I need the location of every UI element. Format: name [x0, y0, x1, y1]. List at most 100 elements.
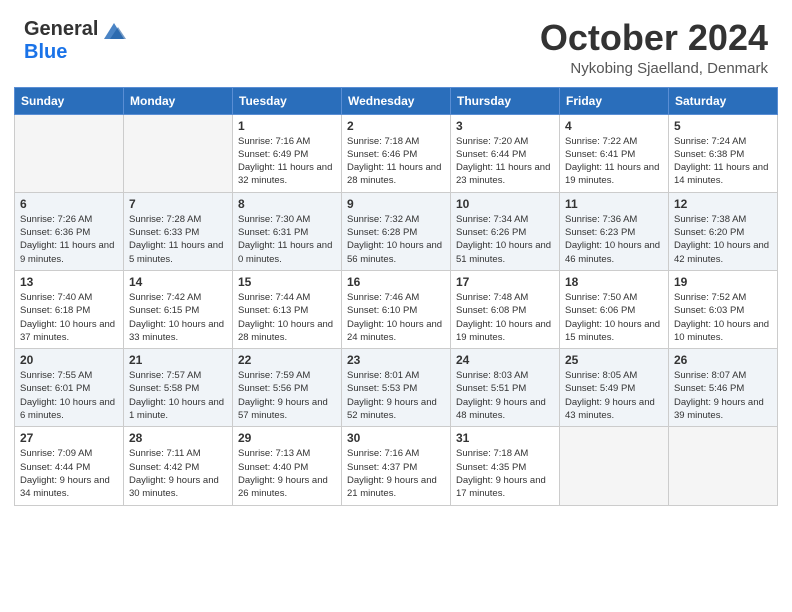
calendar-cell: 21Sunrise: 7:57 AMSunset: 5:58 PMDayligh…: [124, 349, 233, 427]
calendar-cell: 29 Sunrise: 7:13 AMSunset: 4:40 PMDayligh…: [233, 427, 342, 505]
day-number: 28: [129, 431, 227, 445]
day-info: Sunrise: 7:26 AMSunset: 6:36 PMDaylight:…: [20, 213, 118, 266]
calendar-cell: 4Sunrise: 7:22 AMSunset: 6:41 PMDaylight…: [560, 114, 669, 192]
page: General Blue October 2024 Nykobing Sjael…: [0, 0, 792, 520]
day-number: 7: [129, 197, 227, 211]
day-number: 9: [347, 197, 445, 211]
calendar-cell: 30Sunrise: 7:16 AMSunset: 4:37 PMDayligh…: [342, 427, 451, 505]
title-block: October 2024 Nykobing Sjaelland, Denmark: [540, 18, 768, 77]
day-info: Sunrise: 8:03 AMSunset: 5:51 PMDaylight:…: [456, 369, 554, 422]
calendar-header-tuesday: Tuesday: [233, 87, 342, 114]
day-number: 5: [674, 119, 772, 133]
calendar-cell: 2Sunrise: 7:18 AMSunset: 6:46 PMDaylight…: [342, 114, 451, 192]
calendar-wrapper: SundayMondayTuesdayWednesdayThursdayFrid…: [0, 87, 792, 520]
day-number: 13: [20, 275, 118, 289]
calendar-header-saturday: Saturday: [669, 87, 778, 114]
day-info: Sunrise: 7:38 AMSunset: 6:20 PMDaylight:…: [674, 213, 772, 266]
day-number: 1: [238, 119, 336, 133]
header: General Blue October 2024 Nykobing Sjael…: [0, 0, 792, 87]
calendar-cell: 31 Sunrise: 7:18 AMSunset: 4:35 PMDayligh…: [451, 427, 560, 505]
day-number: 22: [238, 353, 336, 367]
day-number: 11: [565, 197, 663, 211]
calendar-table: SundayMondayTuesdayWednesdayThursdayFrid…: [14, 87, 778, 506]
day-number: 8: [238, 197, 336, 211]
calendar-cell: [15, 114, 124, 192]
day-number: 19: [674, 275, 772, 289]
day-number: 18: [565, 275, 663, 289]
day-number: 24: [456, 353, 554, 367]
day-info: Sunrise: 8:05 AMSunset: 5:49 PMDaylight:…: [565, 369, 663, 422]
calendar-cell: 25 Sunrise: 8:05 AMSunset: 5:49 PMDayligh…: [560, 349, 669, 427]
day-number: 3: [456, 119, 554, 133]
day-info: Sunrise: 7:11 AMSunset: 4:42 PMDaylight:…: [129, 447, 227, 500]
logo: General Blue: [24, 18, 128, 64]
day-info: Sunrise: 7:34 AMSunset: 6:26 PMDaylight:…: [456, 213, 554, 266]
calendar-cell: 18 Sunrise: 7:50 AMSunset: 6:06 PMDayligh…: [560, 270, 669, 348]
day-number: 29: [238, 431, 336, 445]
day-info: Sunrise: 7:55 AMSunset: 6:01 PMDaylight:…: [20, 369, 118, 422]
day-number: 26: [674, 353, 772, 367]
calendar-cell: 28 Sunrise: 7:11 AMSunset: 4:42 PMDayligh…: [124, 427, 233, 505]
calendar-cell: 11 Sunrise: 7:36 AMSunset: 6:23 PMDayligh…: [560, 192, 669, 270]
calendar-cell: 7 Sunrise: 7:28 AMSunset: 6:33 PMDaylight…: [124, 192, 233, 270]
day-number: 31: [456, 431, 554, 445]
calendar-cell: 15 Sunrise: 7:44 AMSunset: 6:13 PMDayligh…: [233, 270, 342, 348]
day-number: 27: [20, 431, 118, 445]
logo-icon: [100, 19, 128, 41]
calendar-cell: 12 Sunrise: 7:38 AMSunset: 6:20 PMDayligh…: [669, 192, 778, 270]
day-info: Sunrise: 7:46 AMSunset: 6:10 PMDaylight:…: [347, 291, 445, 344]
day-number: 30: [347, 431, 445, 445]
day-info: Sunrise: 7:18 AMSunset: 6:46 PMDaylight:…: [347, 135, 445, 188]
day-info: Sunrise: 7:50 AMSunset: 6:06 PMDaylight:…: [565, 291, 663, 344]
calendar-cell: 14Sunrise: 7:42 AMSunset: 6:15 PMDayligh…: [124, 270, 233, 348]
day-info: Sunrise: 7:40 AMSunset: 6:18 PMDaylight:…: [20, 291, 118, 344]
calendar-cell: 26 Sunrise: 8:07 AMSunset: 5:46 PMDayligh…: [669, 349, 778, 427]
day-info: Sunrise: 8:01 AMSunset: 5:53 PMDaylight:…: [347, 369, 445, 422]
calendar-cell: 5 Sunrise: 7:24 AMSunset: 6:38 PMDaylight…: [669, 114, 778, 192]
calendar-week-row: 6Sunrise: 7:26 AMSunset: 6:36 PMDaylight…: [15, 192, 778, 270]
day-info: Sunrise: 7:28 AMSunset: 6:33 PMDaylight:…: [129, 213, 227, 266]
calendar-header-friday: Friday: [560, 87, 669, 114]
day-info: Sunrise: 7:24 AMSunset: 6:38 PMDaylight:…: [674, 135, 772, 188]
calendar-cell: 13 Sunrise: 7:40 AMSunset: 6:18 PMDayligh…: [15, 270, 124, 348]
day-info: Sunrise: 7:18 AMSunset: 4:35 PMDaylight:…: [456, 447, 554, 500]
logo-general-text: General: [24, 18, 98, 41]
day-number: 15: [238, 275, 336, 289]
day-info: Sunrise: 7:36 AMSunset: 6:23 PMDaylight:…: [565, 213, 663, 266]
day-info: Sunrise: 7:16 AMSunset: 6:49 PMDaylight:…: [238, 135, 336, 188]
calendar-header-thursday: Thursday: [451, 87, 560, 114]
calendar-header-wednesday: Wednesday: [342, 87, 451, 114]
day-info: Sunrise: 7:44 AMSunset: 6:13 PMDaylight:…: [238, 291, 336, 344]
day-number: 16: [347, 275, 445, 289]
calendar-cell: 23Sunrise: 8:01 AMSunset: 5:53 PMDayligh…: [342, 349, 451, 427]
day-info: Sunrise: 7:30 AMSunset: 6:31 PMDaylight:…: [238, 213, 336, 266]
month-title: October 2024: [540, 18, 768, 58]
calendar-cell: 9Sunrise: 7:32 AMSunset: 6:28 PMDaylight…: [342, 192, 451, 270]
calendar-cell: [669, 427, 778, 505]
calendar-header-monday: Monday: [124, 87, 233, 114]
calendar-cell: [124, 114, 233, 192]
calendar-header-row: SundayMondayTuesdayWednesdayThursdayFrid…: [15, 87, 778, 114]
calendar-cell: 6Sunrise: 7:26 AMSunset: 6:36 PMDaylight…: [15, 192, 124, 270]
calendar-cell: 24 Sunrise: 8:03 AMSunset: 5:51 PMDayligh…: [451, 349, 560, 427]
day-number: 25: [565, 353, 663, 367]
day-info: Sunrise: 7:13 AMSunset: 4:40 PMDaylight:…: [238, 447, 336, 500]
calendar-cell: 10Sunrise: 7:34 AMSunset: 6:26 PMDayligh…: [451, 192, 560, 270]
location-title: Nykobing Sjaelland, Denmark: [540, 60, 768, 77]
day-info: Sunrise: 7:52 AMSunset: 6:03 PMDaylight:…: [674, 291, 772, 344]
calendar-cell: 22Sunrise: 7:59 AMSunset: 5:56 PMDayligh…: [233, 349, 342, 427]
calendar-header-sunday: Sunday: [15, 87, 124, 114]
day-number: 20: [20, 353, 118, 367]
calendar-cell: 8 Sunrise: 7:30 AMSunset: 6:31 PMDaylight…: [233, 192, 342, 270]
calendar-cell: 16 Sunrise: 7:46 AMSunset: 6:10 PMDayligh…: [342, 270, 451, 348]
calendar-cell: 20 Sunrise: 7:55 AMSunset: 6:01 PMDayligh…: [15, 349, 124, 427]
day-number: 12: [674, 197, 772, 211]
calendar-cell: 19 Sunrise: 7:52 AMSunset: 6:03 PMDayligh…: [669, 270, 778, 348]
calendar-cell: 27 Sunrise: 7:09 AMSunset: 4:44 PMDayligh…: [15, 427, 124, 505]
calendar-week-row: 1 Sunrise: 7:16 AMSunset: 6:49 PMDaylight…: [15, 114, 778, 192]
calendar-week-row: 20 Sunrise: 7:55 AMSunset: 6:01 PMDayligh…: [15, 349, 778, 427]
day-info: Sunrise: 7:57 AMSunset: 5:58 PMDaylight:…: [129, 369, 227, 422]
calendar-cell: 1 Sunrise: 7:16 AMSunset: 6:49 PMDaylight…: [233, 114, 342, 192]
day-info: Sunrise: 8:07 AMSunset: 5:46 PMDaylight:…: [674, 369, 772, 422]
day-info: Sunrise: 7:09 AMSunset: 4:44 PMDaylight:…: [20, 447, 118, 500]
